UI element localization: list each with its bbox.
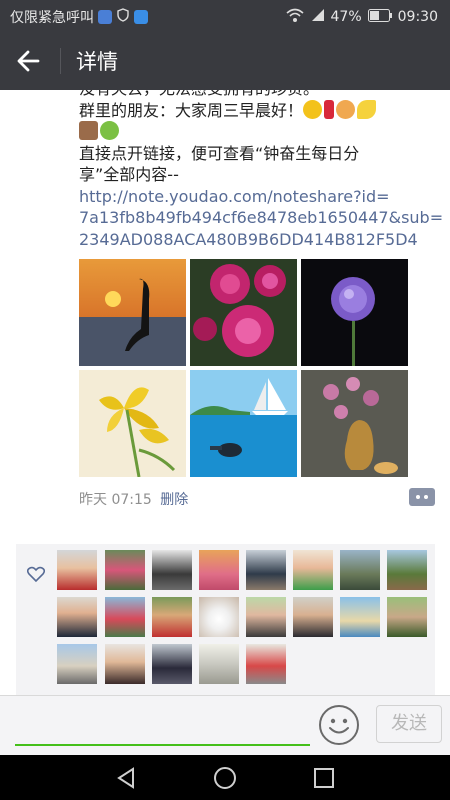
send-button[interactable]: 发送 — [376, 705, 442, 743]
comment-dot — [416, 495, 420, 499]
comment-dot — [424, 495, 428, 499]
carrier-text: 仅限紧急呼叫 — [10, 10, 94, 26]
liker-avatar[interactable] — [199, 597, 239, 637]
battery-percent: 47% — [330, 9, 362, 25]
post-meta: 昨天 07:15 删除 — [79, 489, 188, 509]
app-notification-icon — [98, 10, 112, 24]
liker-avatar[interactable] — [340, 550, 380, 590]
post-link[interactable]: 7a13fb8b49fb494cf6e8478eb1650447&sub= — [79, 207, 443, 229]
title-bar: 详情 — [0, 32, 450, 90]
back-button[interactable] — [14, 46, 46, 76]
post-detail[interactable]: 没有失去，无法感受拥有的珍贵。 群里的朋友：大家周三早晨好！ 直接点开链接，便可… — [0, 90, 450, 695]
heart-icon — [26, 565, 46, 583]
post-line-emoji — [79, 121, 439, 143]
liker-avatar[interactable] — [246, 644, 286, 684]
status-bar: 仅限紧急呼叫 47% 09:30 — [0, 0, 450, 32]
liker-avatar[interactable] — [105, 644, 145, 684]
comment-icon[interactable] — [409, 488, 435, 506]
liker-avatar[interactable] — [57, 597, 97, 637]
triangle-back-icon — [117, 767, 134, 789]
battery-icon — [367, 8, 392, 26]
greeting-text: 群里的朋友：大家周三早晨好！ — [79, 100, 304, 120]
title-divider — [60, 48, 61, 74]
liker-avatar[interactable] — [105, 550, 145, 590]
liker-avatar[interactable] — [152, 550, 192, 590]
liker-avatar[interactable] — [199, 550, 239, 590]
liker-avatar[interactable] — [387, 597, 427, 637]
app-notification-icon-2 — [134, 10, 148, 24]
nav-back-button[interactable] — [113, 765, 139, 791]
liker-avatar[interactable] — [246, 597, 286, 637]
likes-panel — [16, 544, 435, 695]
back-arrow-icon — [17, 50, 40, 72]
signal-icon — [311, 8, 325, 26]
navigation-bar — [0, 755, 450, 800]
rose-emoji-icon — [324, 99, 335, 119]
liker-avatar[interactable] — [340, 597, 380, 637]
hug-emoji-icon — [100, 121, 119, 140]
liker-avatar[interactable] — [152, 644, 192, 684]
liker-avatar[interactable] — [199, 644, 239, 684]
purple-allium-photo-icon[interactable] — [301, 259, 408, 366]
coffee-emoji-icon — [79, 121, 98, 140]
pink-peony-photo-icon[interactable] — [190, 259, 297, 366]
liker-avatar[interactable] — [246, 550, 286, 590]
shield-icon — [116, 8, 130, 26]
banana-emoji-icon — [357, 99, 377, 119]
liker-avatar[interactable] — [57, 550, 97, 590]
wifi-icon — [285, 7, 305, 27]
circle-home-icon — [214, 767, 236, 789]
liker-avatar[interactable] — [293, 597, 333, 637]
emoji-button[interactable] — [318, 704, 360, 746]
post-line: 直接点开链接，便可查看“钟奋生每日分 — [79, 143, 360, 163]
sunset-crane-photo-icon[interactable] — [79, 259, 186, 366]
delete-link[interactable]: 删除 — [160, 492, 188, 508]
post-line: 没有失去，无法感受拥有的珍贵。 — [79, 90, 439, 100]
clock: 09:30 — [397, 9, 438, 25]
post-line-greeting: 群里的朋友：大家周三早晨好！ — [79, 99, 439, 122]
yellow-lily-photo-icon[interactable] — [79, 370, 186, 477]
comment-input[interactable] — [15, 710, 310, 746]
nav-recents-button[interactable] — [311, 765, 337, 791]
post-line: 享”全部内容-- — [79, 165, 179, 184]
square-recents-icon — [314, 768, 334, 788]
liker-avatar[interactable] — [105, 597, 145, 637]
handshake-emoji-icon — [336, 99, 356, 119]
orchid-vase-photo-icon[interactable] — [301, 370, 408, 477]
ocean-diver-photo-icon[interactable] — [190, 370, 297, 477]
post-time: 昨天 07:15 — [79, 492, 152, 508]
liker-avatar[interactable] — [387, 550, 427, 590]
post-text: 没有失去，无法感受拥有的珍贵。 群里的朋友：大家周三早晨好！ 直接点开链接，便可… — [79, 90, 443, 251]
liker-avatar[interactable] — [293, 550, 333, 590]
post-link[interactable]: http://note.youdao.com/noteshare?id= — [79, 186, 439, 208]
liker-avatar[interactable] — [152, 597, 192, 637]
page-title: 详情 — [76, 50, 118, 74]
nav-home-button[interactable] — [212, 765, 238, 791]
smile-emoji-icon — [303, 99, 323, 119]
smiley-icon — [319, 705, 359, 745]
comment-composer: 发送 — [0, 695, 450, 755]
liker-avatar[interactable] — [57, 644, 97, 684]
post-link[interactable]: 2349AD088ACA480B9B6DD414B812F5D4 — [79, 229, 439, 251]
